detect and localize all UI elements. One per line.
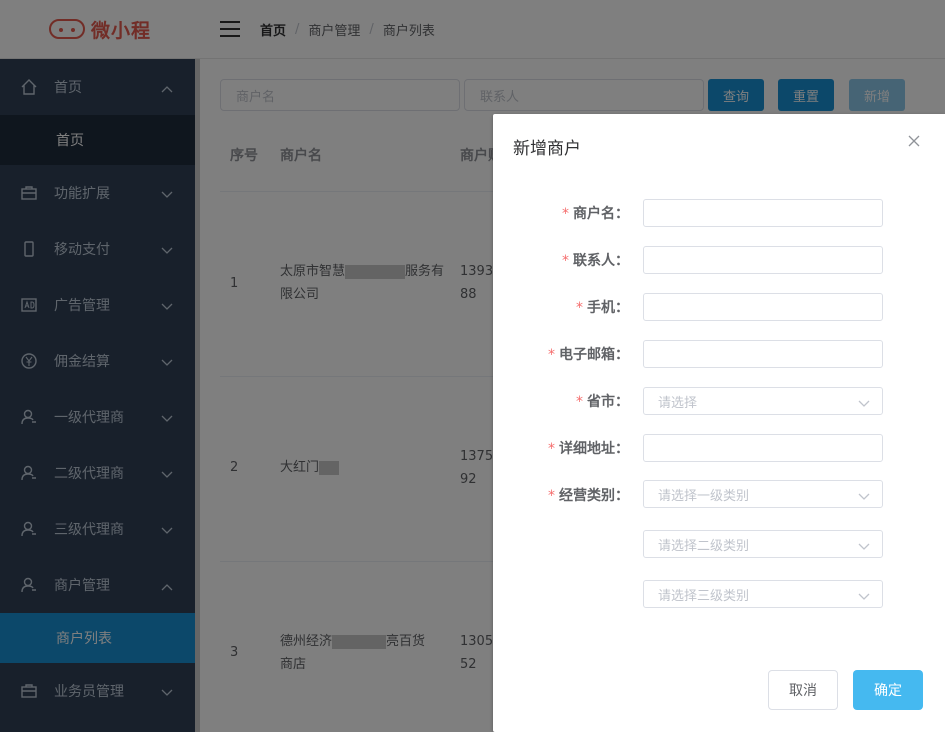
add-merchant-dialog: 新增商户 * 商户名： * 联系人： * 手机： * 电子邮箱： * 省市： 请选择 * 详…	[493, 114, 945, 732]
close-icon[interactable]	[907, 134, 921, 148]
category-label: * 经营类别：	[548, 488, 629, 504]
chevron-down-icon	[858, 590, 870, 605]
merchant-name-label: * 商户名：	[562, 206, 629, 222]
chevron-down-icon	[858, 397, 870, 412]
email-field[interactable]	[643, 340, 883, 368]
address-field[interactable]	[643, 434, 883, 462]
province-city-select[interactable]: 请选择	[643, 387, 883, 415]
phone-field[interactable]	[643, 293, 883, 321]
chevron-down-icon	[858, 490, 870, 505]
category-l2-select[interactable]: 请选择二级类别	[643, 530, 883, 558]
chevron-down-icon	[858, 540, 870, 555]
contact-label: * 联系人：	[562, 253, 629, 269]
confirm-button[interactable]: 确定	[853, 670, 923, 710]
merchant-name-field[interactable]	[643, 199, 883, 227]
dialog-title: 新增商户	[513, 139, 581, 159]
address-label: * 详细地址：	[548, 441, 629, 457]
contact-field[interactable]	[643, 246, 883, 274]
category-l1-select[interactable]: 请选择一级类别	[643, 480, 883, 508]
phone-label: * 手机：	[576, 300, 629, 316]
email-label: * 电子邮箱：	[548, 347, 629, 363]
province-city-label: * 省市：	[576, 394, 629, 410]
cancel-button[interactable]: 取消	[768, 670, 838, 710]
category-l3-select[interactable]: 请选择三级类别	[643, 580, 883, 608]
